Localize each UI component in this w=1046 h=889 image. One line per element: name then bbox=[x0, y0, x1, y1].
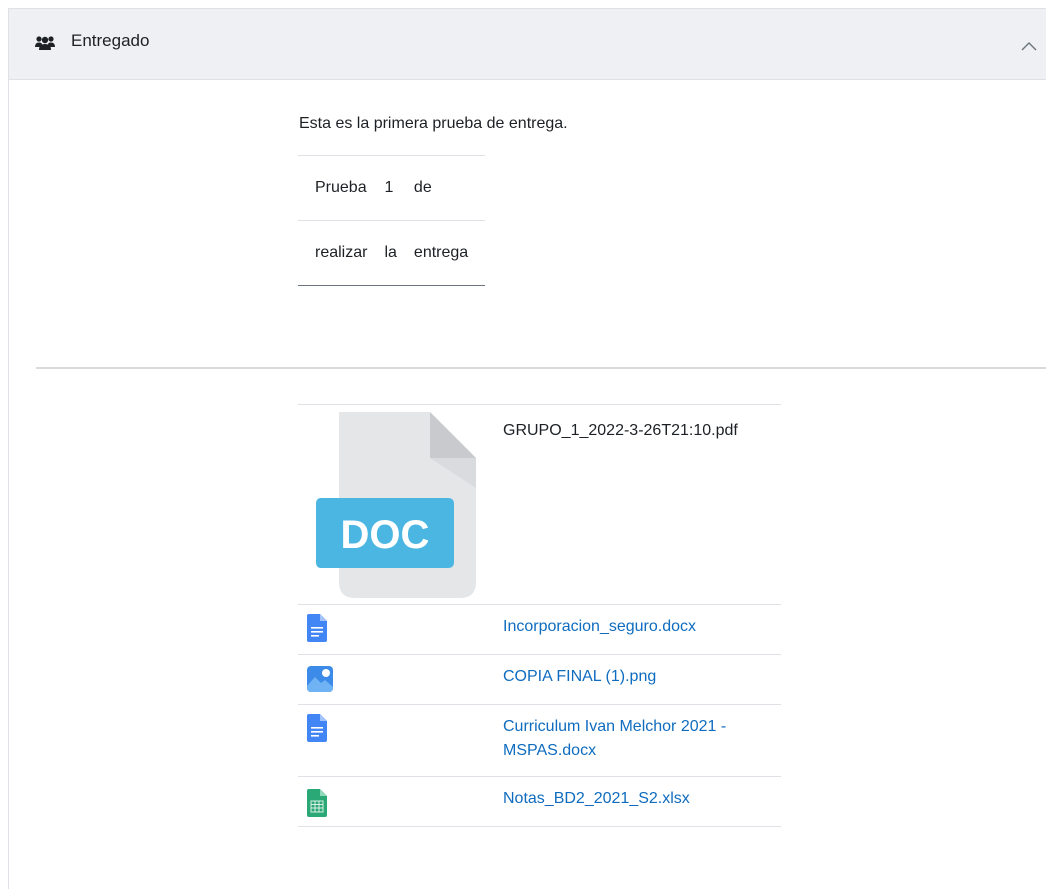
table-cell: entrega bbox=[396, 220, 486, 286]
image-icon bbox=[307, 666, 333, 692]
table-row: realizar la entrega bbox=[298, 220, 486, 286]
file-link[interactable]: COPIA FINAL (1).png bbox=[503, 665, 775, 689]
table-cell: la bbox=[367, 220, 397, 286]
submission-panel: Entregado Esta es la primera prueba de e… bbox=[8, 8, 1046, 889]
document-icon bbox=[307, 614, 327, 642]
file-list: DOC GRUPO_1_2022-3-26T21:10.pdf Incorpor… bbox=[298, 404, 781, 827]
file-row[interactable]: COPIA FINAL (1).png bbox=[298, 655, 781, 705]
doc-preview-label: DOC bbox=[341, 513, 430, 557]
submission-text-table: Prueba 1 de realizar la entrega bbox=[298, 155, 486, 286]
section-header[interactable]: Entregado bbox=[9, 9, 1046, 80]
section-title: Entregado bbox=[71, 31, 150, 50]
document-icon bbox=[307, 714, 327, 742]
file-row: DOC GRUPO_1_2022-3-26T21:10.pdf bbox=[298, 405, 781, 605]
file-row[interactable]: Curriculum Ivan Melchor 2021 - MSPAS.doc… bbox=[298, 705, 781, 777]
divider bbox=[36, 367, 1046, 369]
users-icon bbox=[35, 36, 55, 50]
file-link[interactable]: Notas_BD2_2021_S2.xlsx bbox=[503, 787, 775, 811]
table-cell: Prueba bbox=[298, 155, 368, 221]
file-link[interactable]: Curriculum Ivan Melchor 2021 - MSPAS.doc… bbox=[503, 715, 775, 763]
doc-preview-icon[interactable]: DOC bbox=[316, 412, 478, 598]
table-cell: de bbox=[396, 155, 486, 221]
spreadsheet-icon bbox=[307, 789, 327, 817]
table-cell: realizar bbox=[298, 220, 368, 286]
table-row: Prueba 1 de bbox=[298, 155, 486, 221]
file-row[interactable]: Incorporacion_seguro.docx bbox=[298, 605, 781, 655]
file-link[interactable]: Incorporacion_seguro.docx bbox=[503, 615, 775, 639]
submission-description: Esta es la primera prueba de entrega. bbox=[299, 115, 568, 132]
table-cell: 1 bbox=[367, 155, 397, 221]
file-row[interactable]: Notas_BD2_2021_S2.xlsx bbox=[298, 777, 781, 827]
chevron-up-icon[interactable] bbox=[1021, 41, 1037, 51]
file-name: GRUPO_1_2022-3-26T21:10.pdf bbox=[503, 422, 738, 439]
